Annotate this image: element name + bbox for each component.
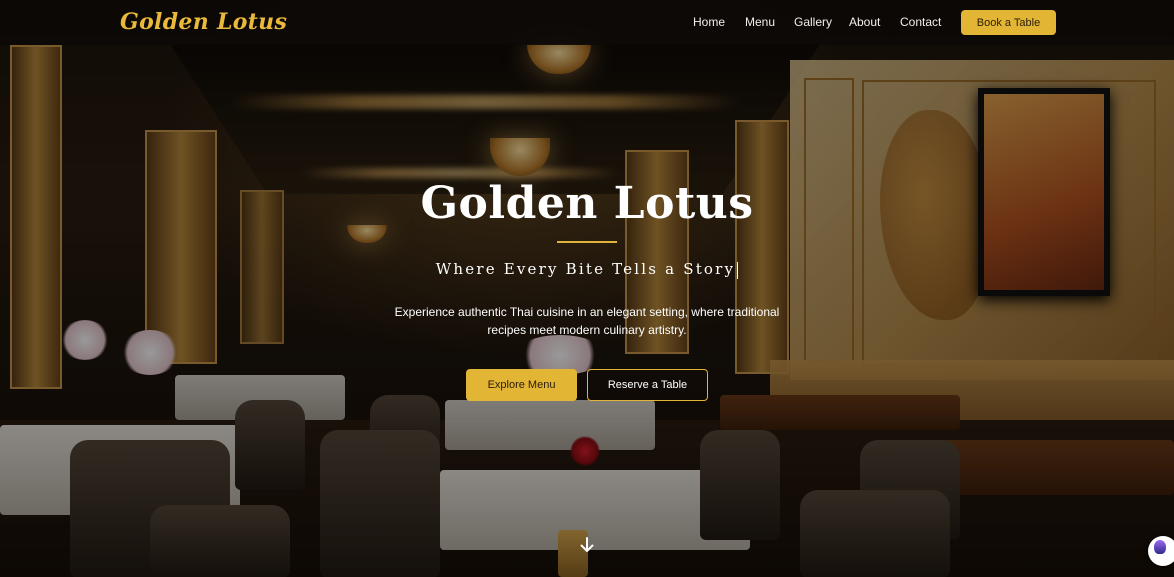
nav-gallery[interactable]: Gallery <box>794 15 832 29</box>
typing-cursor <box>737 261 739 279</box>
book-table-button[interactable]: Book a Table <box>961 10 1056 35</box>
arrow-down-icon[interactable] <box>578 536 596 554</box>
hero-tagline-text: Where Every Bite Tells a Story <box>435 260 736 278</box>
hero-background-image <box>0 0 1174 577</box>
title-divider <box>557 241 617 243</box>
brand-logo[interactable]: Golden Lotus <box>120 9 287 35</box>
nav-home[interactable]: Home <box>693 15 725 29</box>
nav-about[interactable]: About <box>849 15 880 29</box>
hero-tagline: Where Every Bite Tells a Story <box>380 260 794 279</box>
site-header: Golden Lotus Home Menu Gallery About Con… <box>0 0 1174 45</box>
hero-description: Experience authentic Thai cuisine in an … <box>375 303 799 339</box>
nav-contact[interactable]: Contact <box>900 15 941 29</box>
hero-title: Golden Lotus <box>420 178 754 229</box>
chat-widget-icon[interactable] <box>1148 536 1174 566</box>
hero-description-line2: recipes meet modern culinary artistry. <box>487 323 687 337</box>
nav-menu[interactable]: Menu <box>745 15 775 29</box>
hero-description-line1: Experience authentic Thai cuisine in an … <box>394 305 780 319</box>
explore-menu-button[interactable]: Explore Menu <box>466 369 577 401</box>
reserve-table-button[interactable]: Reserve a Table <box>587 369 708 401</box>
